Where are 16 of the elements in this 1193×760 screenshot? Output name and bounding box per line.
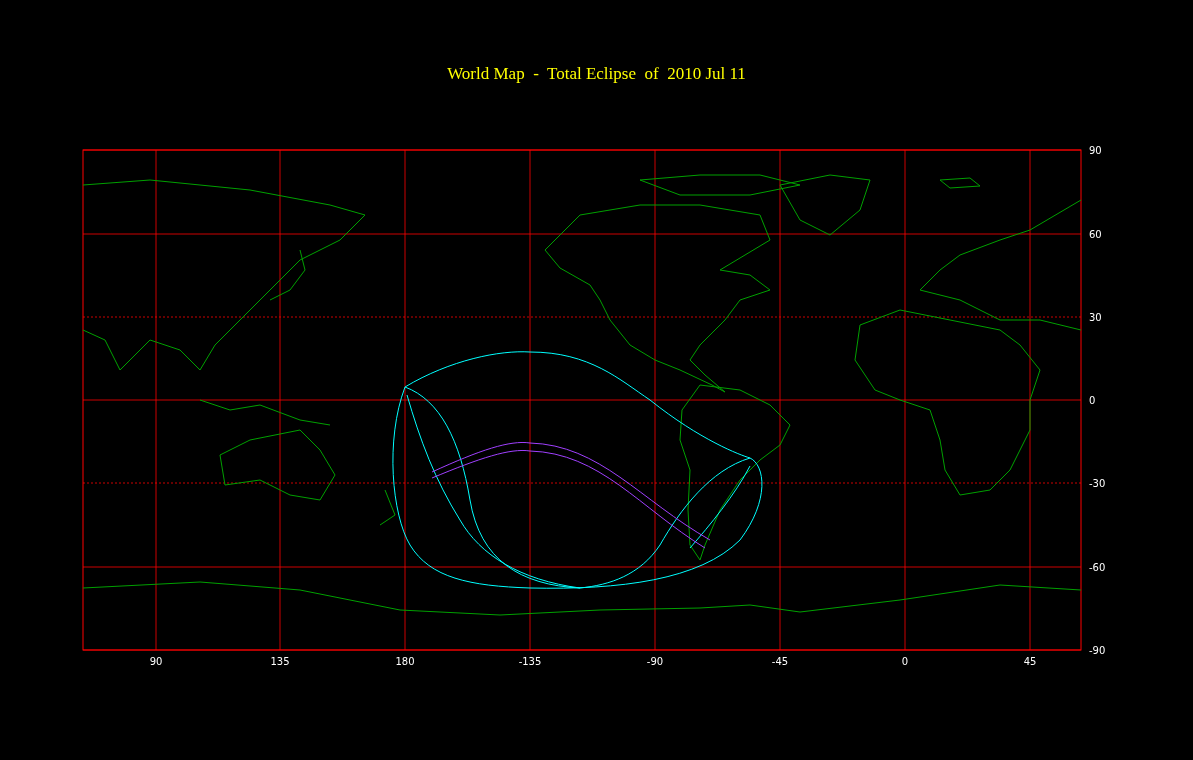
longitude-label: 135: [270, 656, 290, 667]
longitude-label: 180: [395, 656, 415, 667]
longitude-label: -45: [771, 656, 789, 667]
latitude-label: 60: [1089, 229, 1102, 240]
longitude-label: -90: [646, 656, 664, 667]
longitude-label: 90: [149, 656, 163, 667]
latitude-label: 90: [1089, 145, 1102, 156]
latitude-label: -90: [1089, 645, 1106, 656]
latitude-label: -60: [1089, 562, 1106, 573]
longitude-label: -135: [518, 656, 542, 667]
longitude-label: 45: [1023, 656, 1037, 667]
map-title: World Map - Total Eclipse of 2010 Jul 11: [447, 63, 746, 85]
latitude-label: -30: [1089, 478, 1106, 489]
latitude-label: 30: [1089, 312, 1102, 323]
longitude-label: 0: [901, 656, 909, 667]
latitude-label: 0: [1089, 395, 1096, 406]
